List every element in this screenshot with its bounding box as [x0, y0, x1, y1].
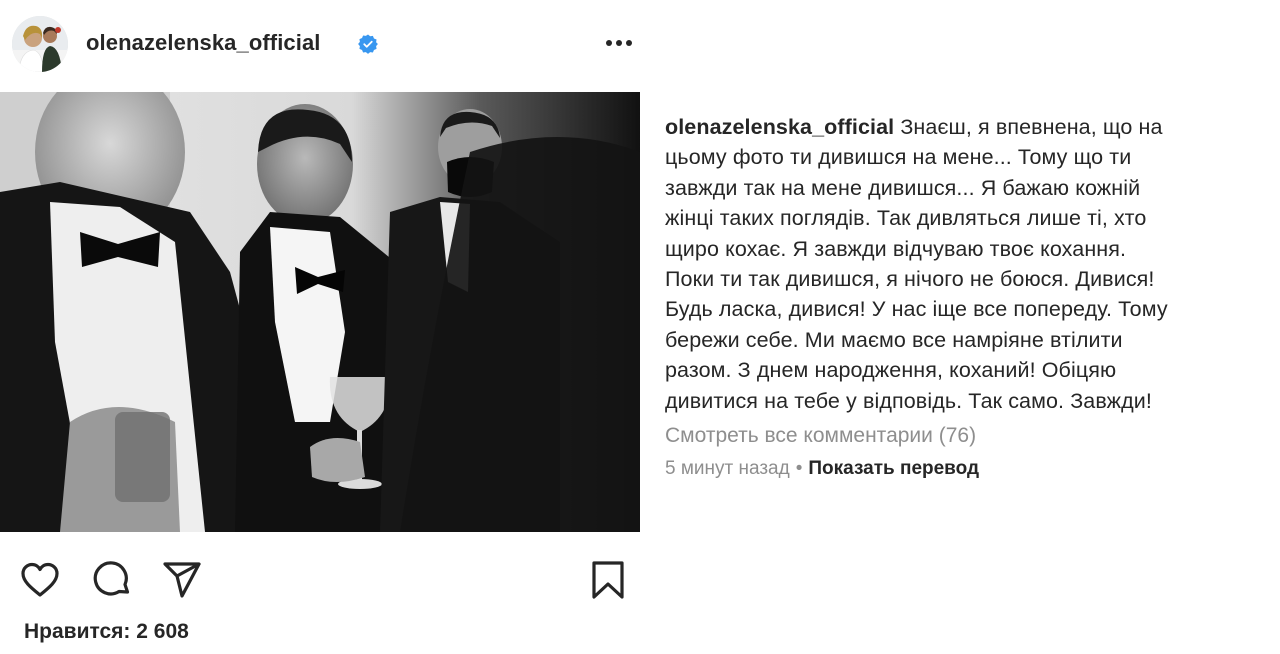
- likes-count[interactable]: Нравится: 2 608: [24, 620, 189, 644]
- ellipsis-icon[interactable]: [604, 32, 634, 54]
- caption-panel: olenazelenska_official Знаєш, я впевнена…: [665, 112, 1280, 480]
- post-header: olenazelenska_official: [0, 0, 640, 88]
- caption-text: olenazelenska_official Знаєш, я впевнена…: [665, 112, 1280, 416]
- photo-illustration: [0, 92, 640, 532]
- action-bar: [0, 540, 640, 610]
- heart-icon[interactable]: [18, 558, 62, 602]
- comment-icon[interactable]: [90, 558, 134, 602]
- username[interactable]: olenazelenska_official: [86, 30, 321, 56]
- bookmark-icon[interactable]: [586, 558, 630, 602]
- caption-username[interactable]: olenazelenska_official: [665, 115, 894, 139]
- verified-badge-icon: [358, 34, 378, 54]
- share-icon[interactable]: [160, 558, 204, 602]
- post-meta: 5 минут назад • Показать перевод: [665, 458, 1280, 480]
- post-photo[interactable]: [0, 92, 640, 532]
- view-all-comments-link[interactable]: Смотреть все комментарии (76): [665, 424, 1280, 448]
- avatar[interactable]: [12, 16, 68, 72]
- post-time: 5 минут назад: [665, 458, 790, 480]
- show-translation-link[interactable]: Показать перевод: [808, 458, 979, 479]
- caption-body: Знаєш, я впевнена, що на цьому фото ти д…: [665, 115, 1168, 413]
- meta-separator: •: [795, 458, 803, 480]
